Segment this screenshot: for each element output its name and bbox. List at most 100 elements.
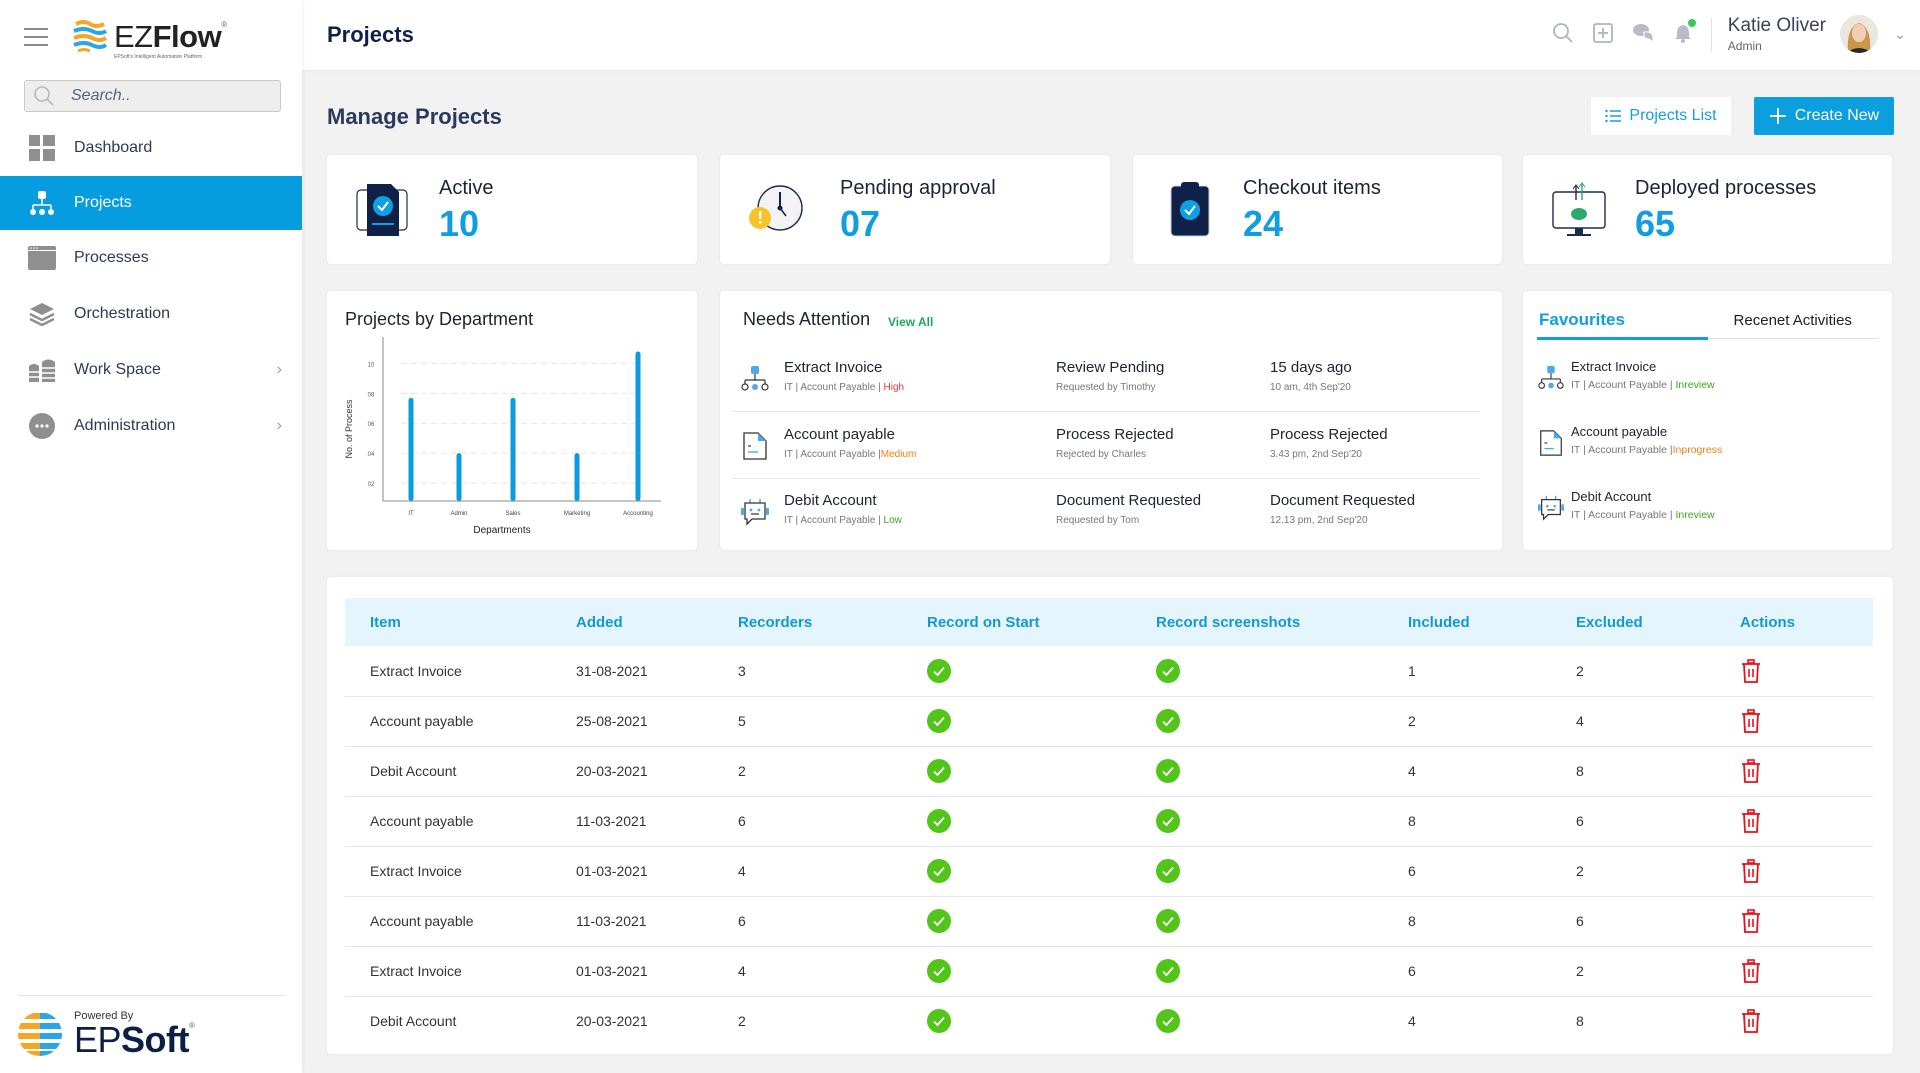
sidebar-item-processes[interactable]: Processes bbox=[0, 230, 302, 286]
x-tick-label: Sales bbox=[505, 511, 520, 517]
projects-by-department-panel: Projects by Department 02 04 06 08 10 IT Admin… bbox=[327, 291, 697, 550]
sidebar-item-projects[interactable]: Projects bbox=[0, 176, 302, 230]
cell-record-on-start bbox=[902, 696, 1131, 747]
table-row[interactable]: Account payable 11-03-2021 6 8 6 bbox=[345, 896, 1873, 947]
clock-alert-icon bbox=[749, 185, 803, 231]
column-header-excluded[interactable]: Excluded bbox=[1551, 598, 1715, 646]
favourite-item[interactable]: Debit Account IT | Account Payable | Inr… bbox=[1537, 485, 1857, 535]
y-tick-label: 06 bbox=[368, 422, 375, 428]
stat-card-deployed-processes[interactable]: Deployed processes 65 bbox=[1523, 155, 1892, 264]
projects-list-button[interactable]: Projects List bbox=[1591, 97, 1731, 135]
sidebar-item-label: Dashboard bbox=[74, 139, 153, 156]
stat-value: 07 bbox=[840, 203, 881, 244]
cell-record-screenshots bbox=[1131, 646, 1383, 697]
create-new-button[interactable]: Create New bbox=[1754, 97, 1894, 135]
column-header-item[interactable]: Item bbox=[345, 598, 551, 646]
search-icon[interactable] bbox=[1552, 22, 1574, 44]
column-header-record-on-start[interactable]: Record on Start bbox=[902, 598, 1131, 646]
bell-icon[interactable] bbox=[1672, 19, 1696, 44]
favourite-item[interactable]: Account payable IT | Account Payable |In… bbox=[1537, 420, 1857, 470]
stat-label: Pending approval bbox=[840, 177, 996, 199]
cell-record-screenshots bbox=[1131, 796, 1383, 847]
stat-card-active[interactable]: Active 10 bbox=[327, 155, 697, 264]
delete-icon[interactable] bbox=[1740, 909, 1762, 933]
sidebar-item-dashboard[interactable]: Dashboard bbox=[0, 120, 302, 176]
tab-recent-activities[interactable]: Recenet Activities bbox=[1708, 303, 1879, 338]
attention-item[interactable]: Account payable IT | Account Payable |Me… bbox=[732, 413, 1480, 479]
cell-item: Extract Invoice bbox=[345, 646, 551, 697]
check-circle-icon bbox=[1156, 909, 1180, 933]
delete-icon[interactable] bbox=[1740, 709, 1762, 733]
table-row[interactable]: Extract Invoice 01-03-2021 4 6 2 bbox=[345, 846, 1873, 897]
delete-icon[interactable] bbox=[1740, 809, 1762, 833]
cell-record-on-start bbox=[902, 646, 1131, 697]
chat-icon[interactable] bbox=[1632, 22, 1654, 44]
sidebar-item-label: Orchestration bbox=[74, 305, 171, 322]
attention-item-requester: Requested by Tom bbox=[1056, 515, 1140, 526]
table-row[interactable]: Debit Account 20-03-2021 2 4 8 bbox=[345, 996, 1873, 1046]
view-all-link[interactable]: View All bbox=[888, 315, 933, 329]
check-circle-icon bbox=[927, 658, 951, 683]
delete-icon[interactable] bbox=[1740, 658, 1762, 683]
table-row[interactable]: Extract Invoice 01-03-2021 4 6 2 bbox=[345, 946, 1873, 997]
cell-included: 2 bbox=[1383, 696, 1551, 747]
table-row[interactable]: Account payable 25-08-2021 5 2 4 bbox=[345, 696, 1873, 747]
stat-value: 24 bbox=[1243, 203, 1284, 244]
column-header-included[interactable]: Included bbox=[1383, 598, 1551, 646]
sidebar-item-administration[interactable]: Administration › bbox=[0, 398, 302, 454]
cell-included: 8 bbox=[1383, 896, 1551, 947]
attention-item[interactable]: Extract Invoice IT | Account Payable | H… bbox=[732, 346, 1480, 412]
document-icon bbox=[743, 432, 767, 460]
epsoft-logo-icon bbox=[18, 1013, 62, 1056]
search-input[interactable] bbox=[71, 87, 261, 105]
user-menu[interactable]: Katie Oliver Admin bbox=[1728, 15, 1826, 53]
logo-wordmark: EZFlow® bbox=[114, 18, 227, 54]
priority-badge: Medium bbox=[880, 449, 917, 460]
ezflow-logo[interactable]: EZFlow® EPSoft's Intelligent Automation … bbox=[70, 18, 227, 60]
chevron-down-icon[interactable]: ⌄ bbox=[1894, 26, 1906, 43]
active-document-icon bbox=[356, 184, 408, 236]
delete-icon[interactable] bbox=[1740, 759, 1762, 783]
column-header-record-screenshots[interactable]: Record screenshots bbox=[1131, 598, 1383, 646]
avatar[interactable] bbox=[1840, 15, 1878, 53]
deploy-monitor-icon bbox=[1552, 182, 1606, 236]
sidebar-item-orchestration[interactable]: Orchestration bbox=[0, 286, 302, 342]
delete-icon[interactable] bbox=[1740, 1009, 1762, 1034]
cell-added: 11-03-2021 bbox=[551, 796, 713, 847]
page-title: Projects bbox=[327, 22, 414, 47]
stat-card-checkout-items[interactable]: Checkout items 24 bbox=[1133, 155, 1502, 264]
check-circle-icon bbox=[927, 809, 951, 833]
tab-favourites[interactable]: Favourites bbox=[1537, 303, 1708, 340]
favourite-item[interactable]: Extract Invoice IT | Account Payable | I… bbox=[1537, 355, 1857, 405]
attention-item[interactable]: Debit Account IT | Account Payable | Low… bbox=[732, 479, 1480, 545]
cell-record-screenshots bbox=[1131, 896, 1383, 947]
cell-included: 8 bbox=[1383, 796, 1551, 847]
cell-actions bbox=[1715, 946, 1873, 997]
attention-item-status: Process Rejected bbox=[1056, 426, 1174, 443]
delete-icon[interactable] bbox=[1740, 959, 1762, 983]
attention-item-date: 3.43 pm, 2nd Sep'20 bbox=[1270, 449, 1362, 460]
favourite-item-name: Extract Invoice bbox=[1571, 359, 1657, 374]
bar-marketing bbox=[574, 453, 580, 501]
column-header-actions: Actions bbox=[1740, 613, 1796, 631]
table-row[interactable]: Account payable 11-03-2021 6 8 6 bbox=[345, 796, 1873, 847]
check-circle-icon bbox=[1156, 809, 1180, 833]
table-row[interactable]: Debit Account 20-03-2021 2 4 8 bbox=[345, 746, 1873, 797]
cell-item: Account payable bbox=[345, 896, 551, 947]
check-circle-icon bbox=[927, 1009, 951, 1034]
column-header-recorders[interactable]: Recorders bbox=[713, 598, 902, 646]
cell-actions bbox=[1715, 846, 1873, 897]
attention-item-date: 10 am, 4th Sep'20 bbox=[1270, 382, 1351, 393]
delete-icon[interactable] bbox=[1740, 859, 1762, 883]
attention-item-meta: IT | Account Payable | Low bbox=[784, 515, 902, 526]
add-box-icon[interactable] bbox=[1592, 22, 1614, 44]
hamburger-menu-icon[interactable] bbox=[24, 28, 48, 46]
bot-icon bbox=[1537, 495, 1565, 521]
sidebar-search[interactable] bbox=[24, 80, 281, 112]
stat-card-pending-approval[interactable]: Pending approval 07 bbox=[720, 155, 1110, 264]
cell-excluded: 2 bbox=[1551, 846, 1715, 897]
column-header-added[interactable]: Added bbox=[551, 598, 713, 646]
sidebar-item-work-space[interactable]: Work Space › bbox=[0, 342, 302, 398]
table-row[interactable]: Extract Invoice 31-08-2021 3 1 2 bbox=[345, 646, 1873, 697]
check-circle-icon bbox=[1156, 709, 1180, 733]
